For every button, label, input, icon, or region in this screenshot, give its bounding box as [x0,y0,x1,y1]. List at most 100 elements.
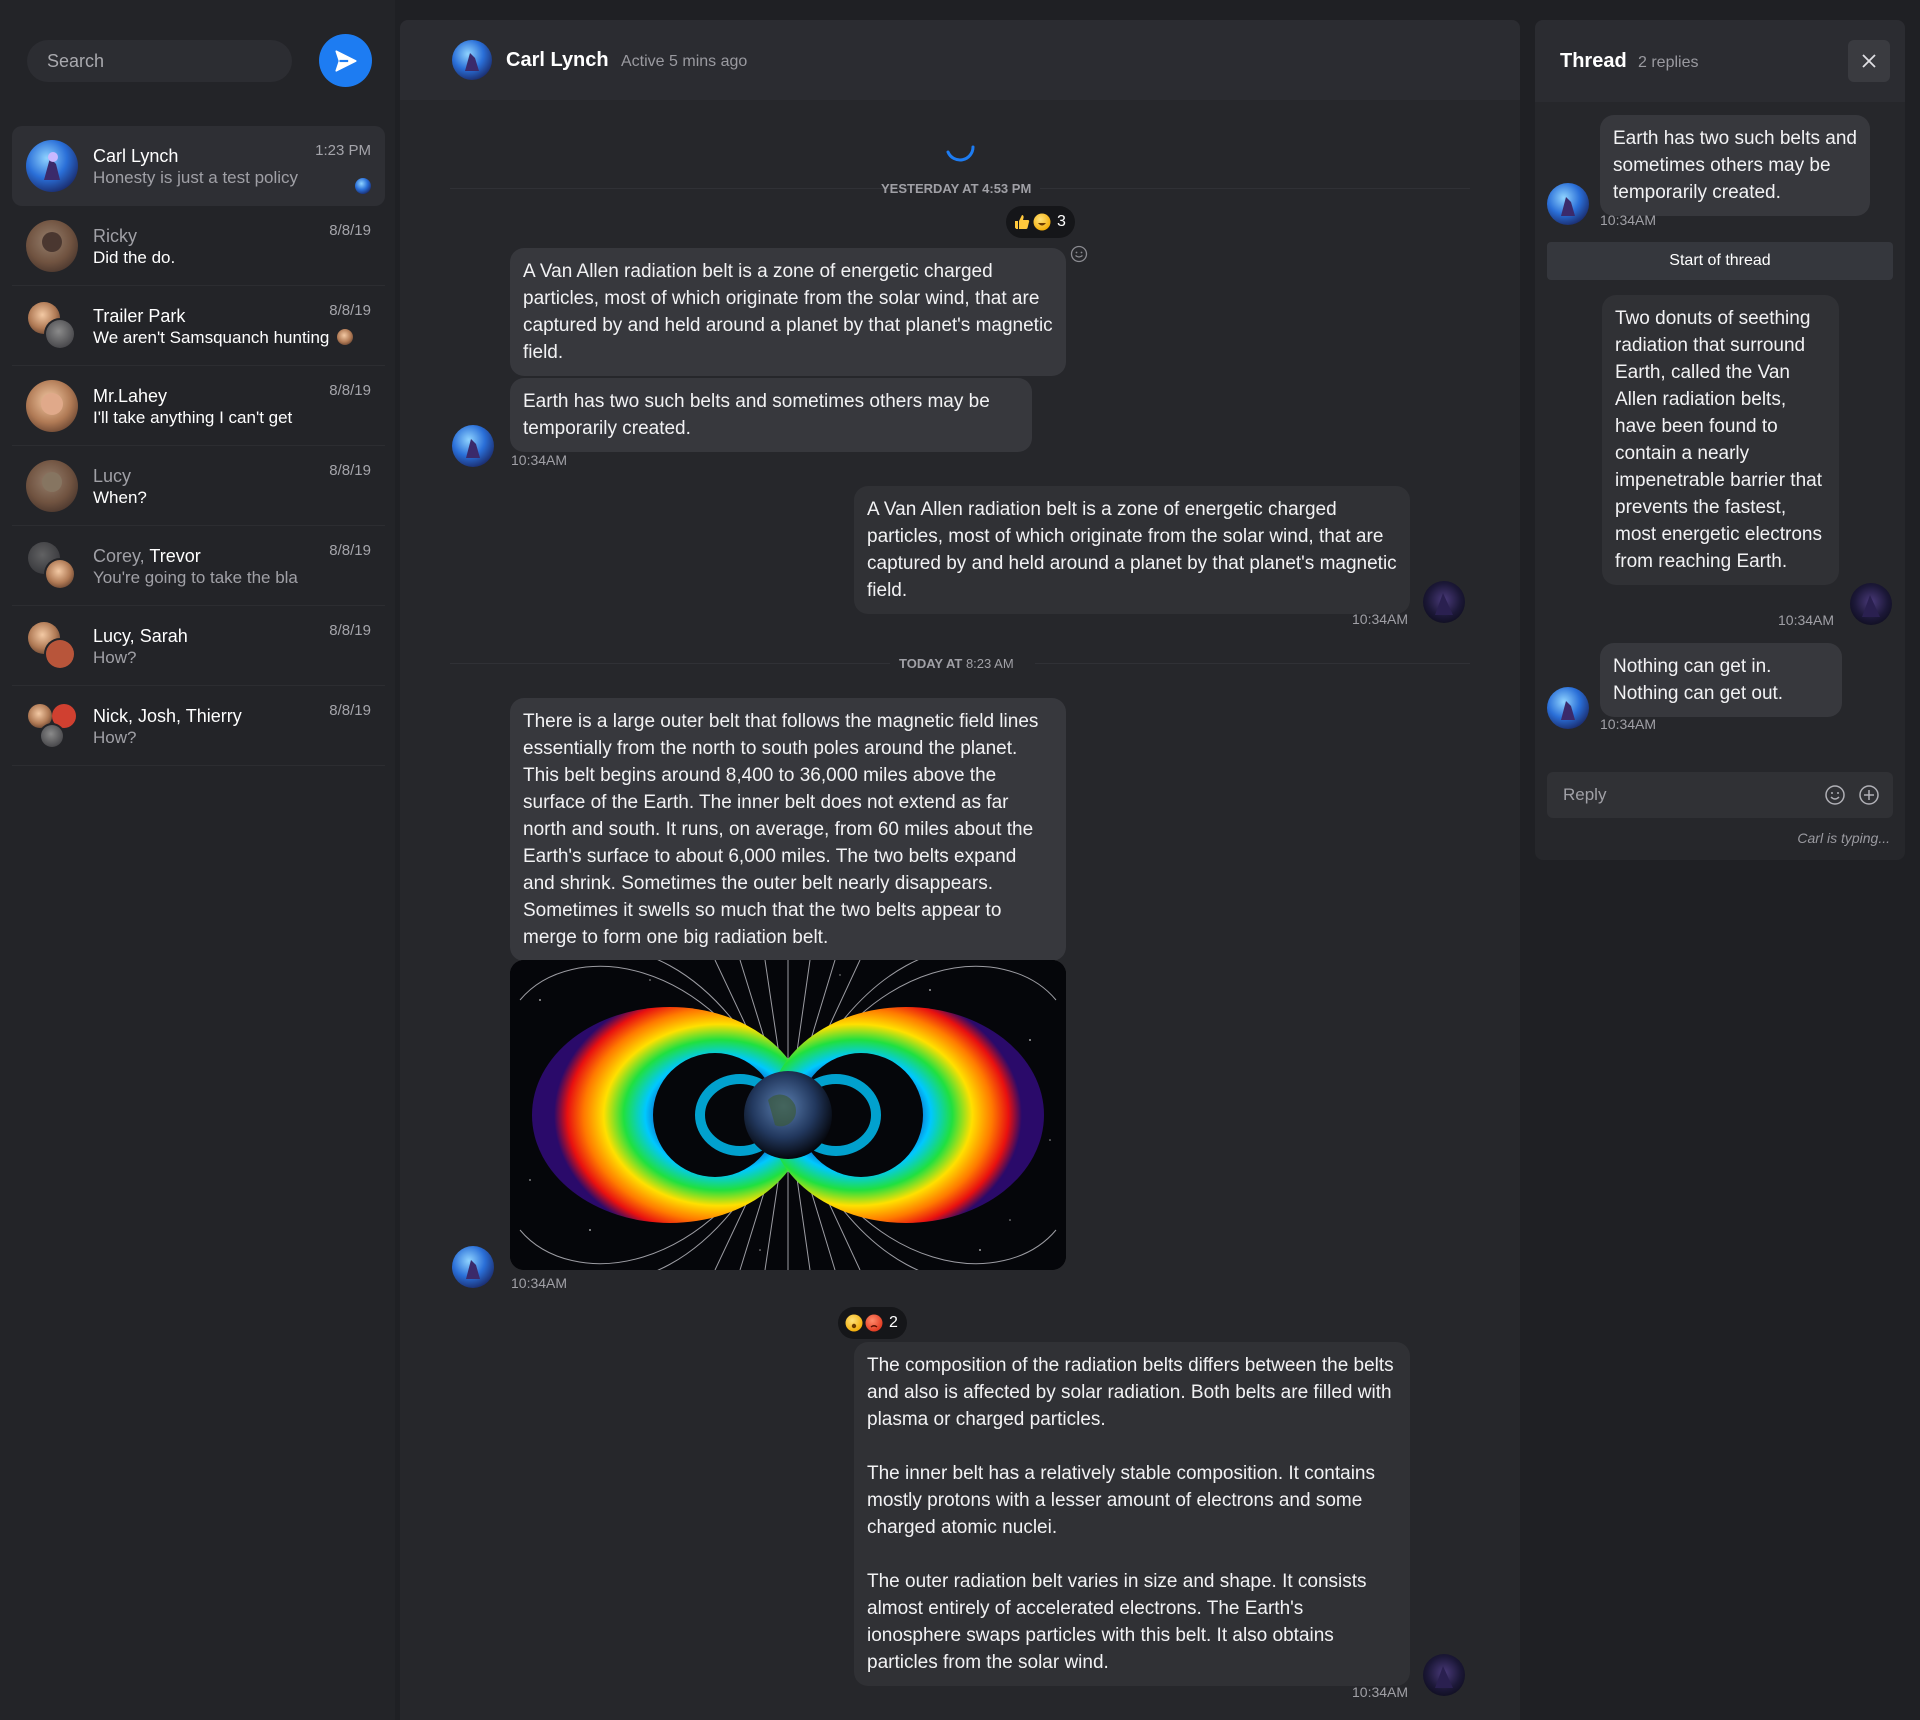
contact-avatar [1547,183,1589,225]
message-timestamp: 10:34AM [1778,612,1835,628]
conversation-item-nick-josh-thierry[interactable]: Nick, Josh, Thierry How? 8/8/19 [12,686,385,766]
seen-avatar-icon [337,329,354,345]
conversation-preview: How? [93,648,137,667]
emoji-icon[interactable] [1824,784,1846,806]
send-icon [334,49,357,72]
start-of-thread-label: Start of thread [1547,242,1893,280]
conversation-name: Ricky [93,226,137,246]
group-avatar [28,542,76,590]
message-timestamp: 10:34AM [1352,611,1409,627]
conversation-preview: Did the do. [93,248,176,267]
laughing-face-icon [1033,213,1051,231]
conversation-preview: We aren't Samsquanch hunting [93,328,354,348]
own-thread-message-bubble[interactable]: Two donuts of seething radiation that su… [1602,295,1839,585]
typing-indicator: Carl is typing... [1797,830,1890,846]
avatar [26,380,78,432]
message-line: Nothing can get in. [1613,656,1772,677]
divider [1040,188,1470,189]
chat-panel: Carl Lynch Active 5 mins ago YESTERDAY A… [400,20,1520,1720]
own-message-bubble[interactable]: The composition of the radiation belts d… [854,1342,1410,1686]
thread-header: Thread 2 replies [1535,20,1905,102]
conversation-name: Lucy [93,466,132,486]
new-message-button[interactable] [319,34,372,87]
message-bubble[interactable]: There is a large outer belt that follows… [510,698,1066,961]
own-avatar [1850,583,1892,625]
thread-message-bubble[interactable]: Earth has two such belts and sometimes o… [1600,115,1870,216]
conversation-time: 8/8/19 [329,462,371,479]
contact-avatar [1547,687,1589,729]
contact-name[interactable]: Carl Lynch [506,49,609,72]
conversation-name: Carl Lynch [93,146,179,166]
conversation-name: Lucy, Sarah [93,626,188,646]
add-reaction-icon[interactable] [1070,245,1088,263]
message-paragraph: The outer radiation belt varies in size … [867,1571,1367,1673]
conversation-preview: When? [93,488,147,507]
search-input[interactable] [27,40,292,82]
close-thread-button[interactable] [1848,40,1890,82]
own-message-bubble[interactable]: A Van Allen radiation belt is a zone of … [854,486,1410,614]
avatar [26,460,78,512]
thread-message-bubble[interactable]: Nothing can get in. Nothing can get out. [1600,643,1842,717]
reply-input[interactable] [1547,772,1817,818]
conversation-time: 8/8/19 [329,382,371,399]
reaction-count: 2 [889,1314,898,1331]
message-paragraph: The inner belt has a relatively stable c… [867,1463,1375,1538]
reply-box [1547,772,1893,818]
avatar [26,140,78,192]
conversation-item-lucy-sarah[interactable]: Lucy, Sarah How? 8/8/19 [12,606,385,686]
conversation-item-ricky[interactable]: Ricky Did the do. 8/8/19 [12,206,385,286]
group-avatar [28,302,76,350]
group-avatar [28,622,76,670]
contact-avatar [452,1246,494,1288]
reaction-badge[interactable]: 3 [1006,206,1075,238]
divider [1035,663,1470,664]
conversation-time: 8/8/19 [329,302,371,319]
loading-spinner-icon [946,145,975,162]
own-avatar [1423,581,1465,623]
conversation-time: 1:23 PM [315,142,371,159]
message-timestamp: 10:34AM [1600,716,1657,732]
reaction-count: 3 [1057,213,1066,230]
message-paragraph: The composition of the radiation belts d… [867,1355,1394,1430]
own-avatar [1423,1654,1465,1696]
message-timestamp: 10:34AM [511,1275,568,1291]
message-bubble[interactable]: A Van Allen radiation belt is a zone of … [510,248,1066,376]
add-attachment-icon[interactable] [1858,784,1880,806]
conversation-time: 8/8/19 [329,542,371,559]
reaction-badge[interactable]: 2 [838,1307,907,1339]
message-timestamp: 10:34AM [1352,1684,1409,1700]
conversation-item-lucy[interactable]: Lucy When? 8/8/19 [12,446,385,526]
message-timestamp: 10:34AM [511,452,568,468]
date-separator: TODAY AT 8:23 AM [899,656,1014,671]
contact-avatar[interactable] [452,40,492,80]
conversation-preview: How? [93,728,137,747]
group-avatar [28,704,76,749]
conversation-item-corey-trevor[interactable]: Corey, Trevor You're going to take the b… [12,526,385,606]
close-icon [1862,54,1876,68]
conversation-time: 8/8/19 [329,702,371,719]
conversation-name: Nick, Josh, Thierry [93,706,242,726]
angry-face-icon [865,1314,883,1332]
search-row [27,34,372,87]
active-status: Active 5 mins ago [621,53,748,70]
date-separator: YESTERDAY AT 4:53 PM [881,181,1032,196]
message-bubble[interactable]: Earth has two such belts and sometimes o… [510,378,1032,452]
conversation-item-mr-lahey[interactable]: Mr.Lahey I'll take anything I can't get … [12,366,385,446]
divider [450,188,920,189]
message-line: Nothing can get out. [1613,683,1784,704]
contact-avatar [452,425,494,467]
conversation-name: Trailer Park [93,306,186,326]
conversation-item-trailer-park[interactable]: Trailer Park We aren't Samsquanch huntin… [12,286,385,366]
thread-reply-count: 2 replies [1638,54,1699,71]
conversation-list: Carl Lynch Honesty is just a test policy… [12,126,385,766]
conversation-sidebar: Carl Lynch Honesty is just a test policy… [0,0,395,1720]
attached-image[interactable] [510,960,1066,1270]
avatar [26,220,78,272]
seen-avatar-icon [355,178,371,194]
conversation-name: Mr.Lahey [93,386,168,406]
conversation-preview: I'll take anything I can't get [93,408,293,427]
conversation-item-carl-lynch[interactable]: Carl Lynch Honesty is just a test policy… [12,126,385,206]
conversation-name: Corey, Trevor [93,546,201,566]
message-timestamp: 10:34AM [1600,212,1657,228]
chat-header: Carl Lynch Active 5 mins ago [400,20,1520,100]
